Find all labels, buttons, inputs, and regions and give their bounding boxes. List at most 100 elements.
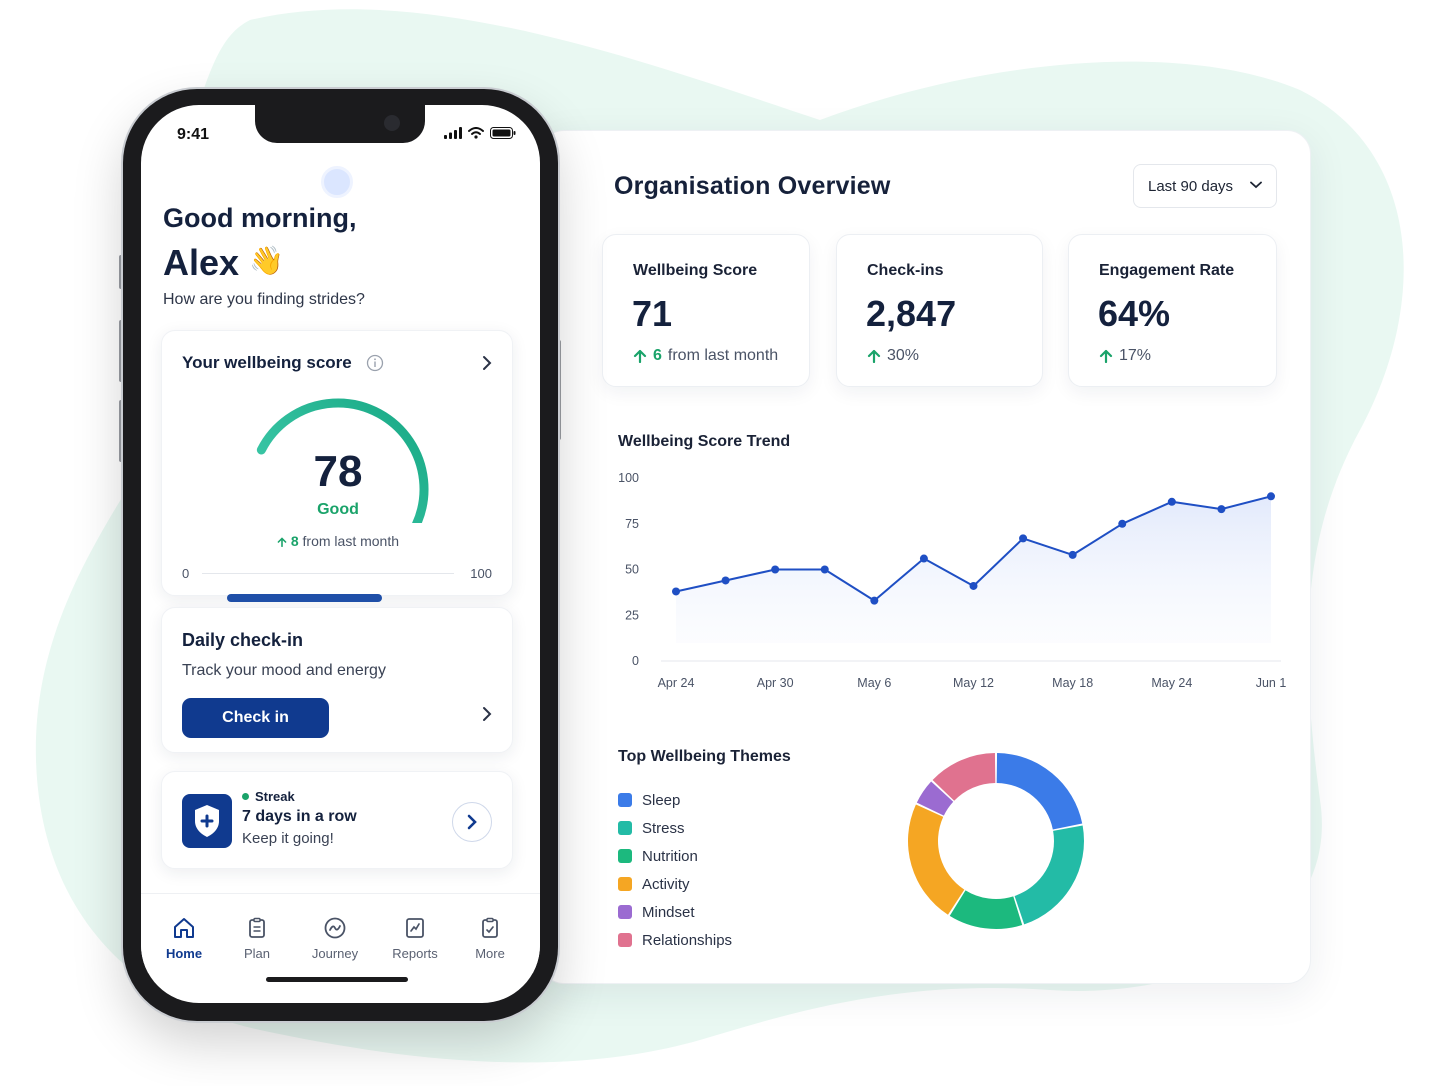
legend-swatch bbox=[618, 877, 632, 891]
checkin-title: Daily check-in bbox=[182, 630, 304, 650]
streak-tag: Streak bbox=[242, 789, 295, 804]
kpi-card-wellbeing-score: Wellbeing Score 71 6 from last month bbox=[602, 234, 810, 387]
trend-point bbox=[969, 581, 978, 590]
scale-line bbox=[202, 573, 454, 574]
date-range-dropdown[interactable]: Last 90 days bbox=[1133, 164, 1277, 208]
scale-max: 100 bbox=[470, 566, 492, 581]
report-icon bbox=[406, 918, 424, 938]
arrow-up-icon bbox=[867, 349, 881, 363]
status-icons bbox=[444, 127, 516, 139]
legend-swatch bbox=[618, 933, 632, 947]
camera-icon bbox=[384, 115, 400, 131]
trend-point bbox=[1217, 505, 1226, 514]
trend-chart-title: Wellbeing Score Trend bbox=[618, 433, 791, 450]
trend-point bbox=[1118, 519, 1127, 528]
streak-open-button[interactable] bbox=[452, 802, 492, 842]
trend-point bbox=[919, 554, 928, 563]
kpi-label: Engagement Rate bbox=[1099, 262, 1235, 279]
trend-point bbox=[1068, 550, 1077, 559]
more-icon bbox=[482, 917, 498, 938]
score-card-title: Your wellbeing score bbox=[182, 353, 352, 372]
themes-donut-chart bbox=[908, 753, 1084, 929]
score-value: 78 bbox=[313, 447, 363, 496]
donut-slice bbox=[908, 804, 965, 915]
clipboard-icon bbox=[249, 917, 265, 938]
legend-swatch bbox=[618, 905, 632, 919]
x-tick-label: May 24 bbox=[1151, 676, 1192, 690]
check-in-button[interactable]: Check in bbox=[182, 698, 329, 738]
x-tick-label: May 18 bbox=[1052, 676, 1093, 690]
legend-item: Relationships bbox=[618, 926, 732, 954]
legend-label: Stress bbox=[642, 819, 685, 837]
trend-point bbox=[771, 565, 780, 574]
themes-chart-title: Top Wellbeing Themes bbox=[618, 748, 791, 765]
arrow-up-icon bbox=[277, 537, 287, 548]
kpi-value: 71 bbox=[632, 293, 673, 334]
legend-label: Mindset bbox=[642, 903, 695, 921]
chevron-right-icon[interactable] bbox=[482, 706, 492, 722]
trend-point bbox=[1267, 492, 1275, 501]
legend-label: Activity bbox=[642, 875, 690, 893]
y-tick-label: 25 bbox=[625, 608, 639, 622]
kpi-change-value: 30% bbox=[887, 347, 920, 364]
daily-checkin-card[interactable]: Daily check-in Track your mood and energ… bbox=[161, 607, 513, 753]
kpi-change-value: 17% bbox=[1119, 347, 1152, 364]
y-tick-label: 100 bbox=[618, 471, 639, 485]
tab-label: Home bbox=[165, 946, 203, 961]
date-range-label: Last 90 days bbox=[1148, 177, 1234, 195]
tab-journey[interactable]: Journey bbox=[300, 916, 370, 961]
arrow-up-icon bbox=[1099, 349, 1113, 363]
kpi-value: 64% bbox=[1098, 293, 1171, 334]
trend-point bbox=[721, 576, 730, 585]
wellbeing-score-card[interactable]: Your wellbeing score 78 Good 8 from last… bbox=[161, 330, 513, 596]
tab-more[interactable]: More bbox=[455, 916, 525, 961]
streak-card[interactable]: Streak 7 days in a row Keep it going! bbox=[161, 771, 513, 869]
legend-label: Nutrition bbox=[642, 847, 698, 865]
organisation-overview-panel: Organisation Overview Last 90 days Wellb… bbox=[540, 130, 1311, 984]
avatar[interactable] bbox=[321, 166, 353, 198]
kpi-card-check-ins: Check-ins 2,847 30% bbox=[836, 234, 1043, 387]
x-tick-label: Jun 1 bbox=[1256, 676, 1287, 690]
wifi-icon bbox=[468, 127, 484, 139]
chevron-right-icon[interactable] bbox=[482, 355, 492, 371]
phone-mockup: 9:41 Good morning, Alex 👋 How are you fi… bbox=[123, 89, 558, 1021]
home-icon bbox=[174, 918, 194, 938]
legend-item: Mindset bbox=[618, 898, 732, 926]
info-icon[interactable] bbox=[366, 354, 384, 372]
kpi-value: 2,847 bbox=[866, 293, 957, 334]
trend-point bbox=[1019, 534, 1028, 543]
x-tick-label: Apr 30 bbox=[757, 676, 794, 690]
compass-icon bbox=[324, 917, 346, 939]
tab-label: Plan bbox=[243, 946, 271, 961]
kpi-change: 30% bbox=[867, 347, 919, 365]
home-indicator bbox=[266, 977, 408, 982]
x-tick-label: Apr 24 bbox=[658, 676, 695, 690]
tab-reports[interactable]: Reports bbox=[380, 916, 450, 961]
chevron-right-icon bbox=[467, 814, 477, 830]
legend-label: Relationships bbox=[642, 931, 733, 949]
wellbeing-trend-chart: 0 25 50 75 100 Apr 24 Apr 30 May 6 May 12 May 18 M… bbox=[618, 471, 1287, 690]
legend-label: Sleep bbox=[642, 791, 681, 809]
score-change: 8 from last month bbox=[162, 533, 514, 549]
x-tick-label: May 6 bbox=[857, 676, 891, 690]
score-change-text: from last month bbox=[302, 533, 400, 549]
battery-icon bbox=[490, 127, 516, 139]
tab-home[interactable]: Home bbox=[149, 916, 219, 961]
tab-label: Journey bbox=[311, 946, 359, 961]
streak-tag-label: Streak bbox=[255, 789, 295, 804]
phone-screen: 9:41 Good morning, Alex 👋 How are you fi… bbox=[141, 105, 540, 1003]
legend-item: Nutrition bbox=[618, 842, 732, 870]
legend-swatch bbox=[618, 793, 632, 807]
tab-label: Reports bbox=[392, 946, 438, 961]
tab-plan[interactable]: Plan bbox=[222, 916, 292, 961]
streak-subtitle: Keep it going! bbox=[242, 830, 334, 847]
arrow-up-icon bbox=[633, 349, 647, 363]
checkin-subtitle: Track your mood and energy bbox=[182, 662, 386, 679]
legend-item: Sleep bbox=[618, 786, 732, 814]
legend-swatch bbox=[618, 821, 632, 835]
tab-label: More bbox=[475, 946, 505, 961]
legend-item: Activity bbox=[618, 870, 732, 898]
donut-slice bbox=[996, 753, 1083, 830]
streak-dot bbox=[242, 793, 249, 800]
trend-point bbox=[672, 587, 680, 596]
